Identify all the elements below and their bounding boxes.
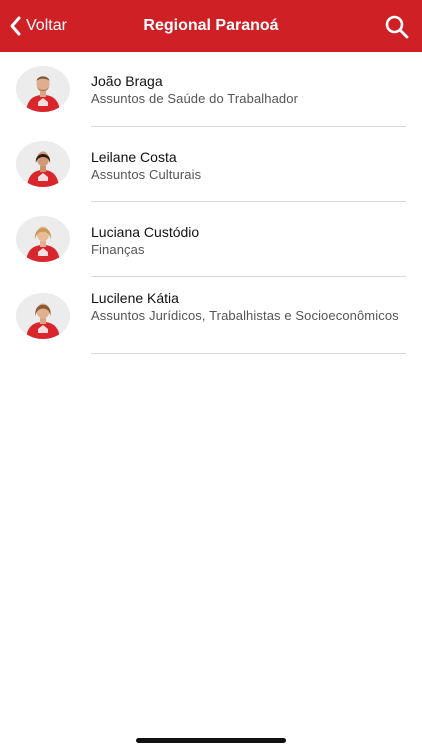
list-item-lucilene-katia[interactable]: Lucilene Kátia Assuntos Jurídicos, Traba… xyxy=(0,277,422,354)
list-item-joao-braga[interactable]: João Braga Assuntos de Saúde do Trabalha… xyxy=(0,52,422,127)
avatar xyxy=(16,216,70,262)
search-icon xyxy=(384,15,410,44)
member-texts: Lucilene Kátia Assuntos Jurídicos, Traba… xyxy=(91,289,406,324)
avatar xyxy=(16,66,70,112)
avatar xyxy=(16,293,70,339)
member-name: Leilane Costa xyxy=(91,149,177,165)
search-button[interactable] xyxy=(384,14,410,40)
member-role: Finanças xyxy=(91,242,145,257)
member-texts: Luciana Custódio Finanças xyxy=(91,223,406,258)
divider xyxy=(91,353,406,354)
back-button[interactable]: Voltar xyxy=(8,0,67,52)
chevron-left-icon xyxy=(8,15,22,37)
member-role: Assuntos Jurídicos, Trabalhistas e Socio… xyxy=(91,308,399,323)
list-item-luciana-custodio[interactable]: Luciana Custódio Finanças xyxy=(0,202,422,277)
avatar xyxy=(16,141,70,187)
member-role: Assuntos de Saúde do Trabalhador xyxy=(91,91,299,106)
member-texts: Leilane Costa Assuntos Culturais xyxy=(91,148,406,183)
member-name: João Braga xyxy=(91,73,163,89)
member-role: Assuntos Culturais xyxy=(91,167,202,182)
member-name: Luciana Custódio xyxy=(91,224,200,240)
back-label: Voltar xyxy=(26,17,67,34)
navigation-bar: Voltar Regional Paranoá xyxy=(0,0,422,52)
member-texts: João Braga Assuntos de Saúde do Trabalha… xyxy=(91,72,406,107)
list-item-leilane-costa[interactable]: Leilane Costa Assuntos Culturais xyxy=(0,127,422,202)
home-indicator xyxy=(136,738,286,743)
member-name: Lucilene Kátia xyxy=(91,290,179,306)
screen: Voltar Regional Paranoá João Braga Assun… xyxy=(0,0,422,750)
member-list: João Braga Assuntos de Saúde do Trabalha… xyxy=(0,52,422,354)
